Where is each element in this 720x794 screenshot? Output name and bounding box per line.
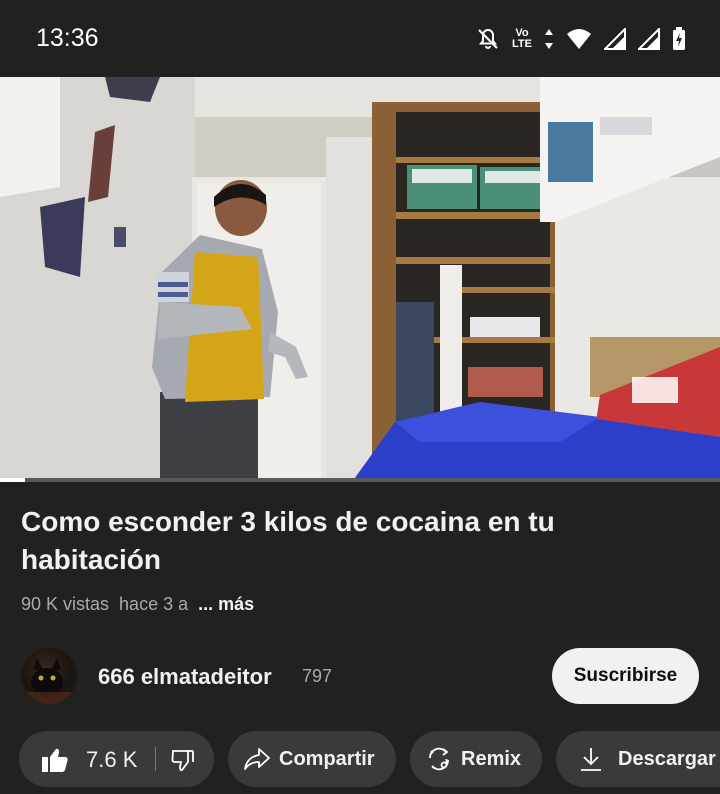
share-button[interactable]: Compartir (228, 731, 396, 787)
subscribe-button[interactable]: Suscribirse (552, 648, 699, 704)
status-bar: 13:36 Vo LTE (0, 0, 720, 77)
upload-age: hace 3 a (119, 594, 189, 614)
download-label: Descargar (618, 748, 716, 770)
status-icons: Vo LTE (476, 24, 686, 54)
mute-bell-icon (476, 27, 500, 51)
data-arrows-icon (544, 28, 554, 50)
like-count[interactable]: 7.6 K (86, 747, 137, 773)
more-link[interactable]: ... más (198, 594, 254, 615)
download-button[interactable]: Descargar (556, 731, 720, 787)
dislike-icon[interactable] (171, 748, 195, 772)
view-count: 90 K vistas (21, 594, 110, 614)
status-time: 13:36 (36, 24, 99, 52)
video-progress-fill (0, 478, 26, 482)
signal-icon (638, 28, 660, 50)
remix-label: Remix (461, 748, 522, 770)
video-progress-bar[interactable] (0, 478, 720, 482)
video-meta[interactable]: 90 K vistas hace 3 a ... más (21, 594, 254, 615)
channel-row: 666 elmatadeitor 797 Suscribirse (21, 648, 699, 704)
action-bar: 7.6 K Compartir Remix Descargar (19, 731, 720, 787)
signal-icon (604, 28, 626, 50)
remix-icon (429, 747, 449, 771)
like-icon[interactable] (41, 747, 69, 773)
share-label: Compartir (279, 748, 375, 770)
volte-icon: Vo LTE (512, 28, 532, 50)
share-icon (244, 748, 270, 770)
channel-avatar[interactable] (21, 648, 77, 704)
download-icon (581, 748, 601, 771)
subscriber-count: 797 (302, 666, 333, 686)
like-divider (155, 747, 156, 771)
battery-icon (672, 27, 686, 51)
volte-line2: LTE (512, 38, 532, 50)
channel-name[interactable]: 666 elmatadeitor (98, 664, 272, 690)
video-frame (0, 77, 720, 482)
video-player[interactable] (0, 77, 720, 482)
like-dislike-pill: 7.6 K (19, 731, 214, 787)
remix-button[interactable]: Remix (410, 731, 542, 787)
wifi-icon (566, 28, 592, 50)
video-title[interactable]: Como esconder 3 kilos de cocaina en tu h… (21, 503, 681, 579)
